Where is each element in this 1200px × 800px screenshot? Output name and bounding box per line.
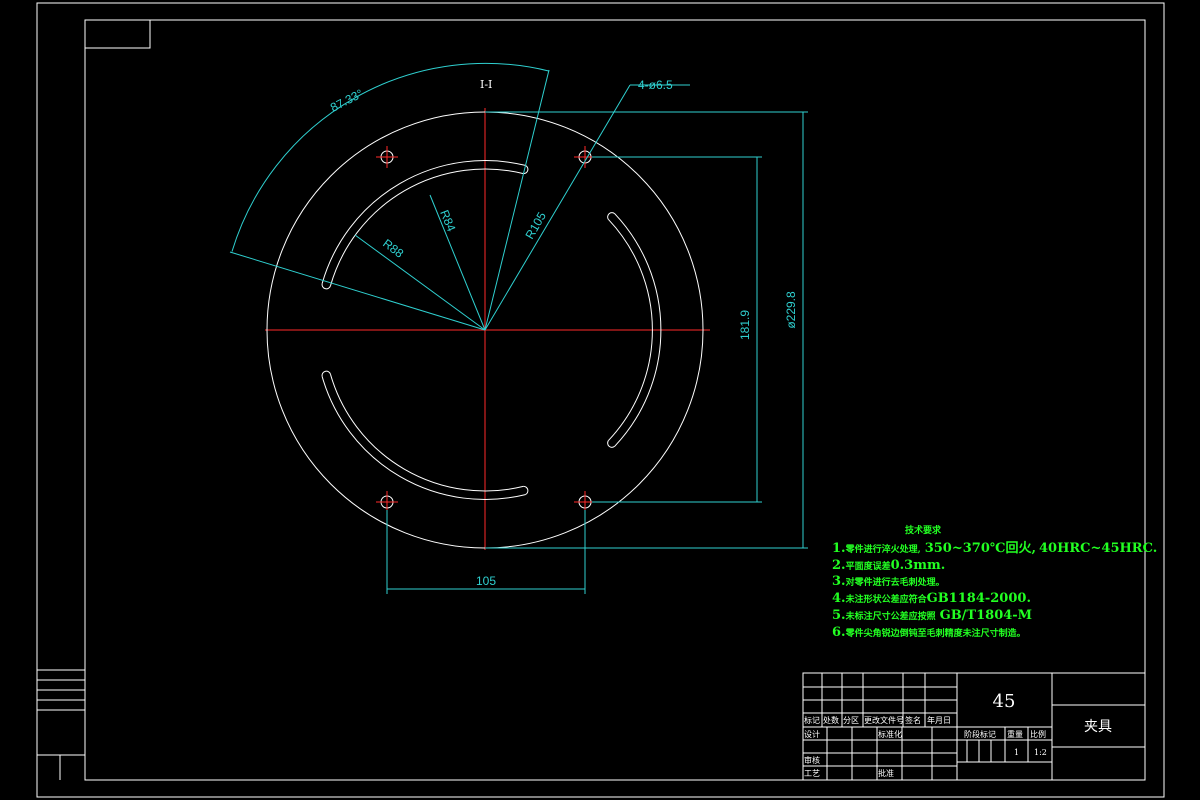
r105-leader: [484, 84, 631, 331]
technical-requirements: 技术要求 1.零件进行淬火处理, 350~370℃回火, 40HRC~45HRC. …: [832, 524, 1157, 640]
tb-date: 年月日: [927, 715, 951, 725]
tb-count: 处数: [823, 715, 839, 725]
tb-material: 45: [993, 691, 1016, 712]
tb-scale: 比例: [1030, 729, 1046, 739]
r84-label: R84: [437, 208, 458, 234]
tb-weight-value: 1: [1014, 748, 1019, 757]
code-box: [84, 19, 151, 49]
tech-req-item-5: 5.未标注尺寸公差应按照 GB/T1804-M: [832, 608, 1032, 623]
outer-frame: [36, 2, 1165, 798]
tb-doc: 更改文件号: [864, 715, 904, 725]
dim-181-9-label: 181.9: [738, 310, 752, 340]
dim-105: 105: [386, 510, 586, 594]
tb-zone: 分区: [843, 716, 859, 725]
tech-req-title: 技术要求: [905, 524, 942, 536]
tb-mark: 标记: [804, 715, 820, 725]
tb-check: 审核: [804, 755, 820, 765]
arc-slot-top-left: [321, 160, 529, 290]
r105-label: R105: [522, 209, 549, 241]
tech-req-item-2: 2.平面度误差0.3mm.: [832, 558, 945, 573]
angle-label: 87.33°: [328, 86, 366, 114]
tech-req-item-1: 1.零件进行淬火处理, 350~370℃回火, 40HRC~45HRC.: [832, 541, 1157, 556]
tb-design: 设计: [804, 729, 820, 739]
arc-slot-bottom-left: [321, 370, 529, 500]
drawing-canvas: 87.33° I-I R84 R88 R105 4-ø6.5 181.9 ø22…: [36, 2, 1165, 798]
tech-req-item-4: 4.未注形状公差应符合GB1184-2000.: [832, 591, 1031, 606]
tb-approve: 批准: [878, 768, 894, 778]
dim-105-label: 105: [476, 574, 496, 588]
inner-frame: [84, 19, 1146, 781]
tech-req-item-3: 3.对零件进行去毛刺处理。: [832, 574, 945, 589]
holes-callout: 4-ø6.5: [638, 78, 673, 92]
r88-label: R88: [380, 236, 406, 261]
tb-stage: 阶段标记: [964, 729, 996, 739]
tb-sign: 签名: [905, 715, 921, 725]
tb-std: 标准化: [878, 729, 902, 739]
angle-dimension: 87.33°: [229, 62, 550, 331]
tb-scale-value: 1:2: [1034, 748, 1047, 757]
left-margin-table: [37, 669, 85, 780]
tb-part-name: 夹具: [1084, 719, 1112, 735]
dim-diameter-label: ø229.8: [784, 291, 798, 329]
section-mark: I-I: [480, 78, 492, 91]
tb-process: 工艺: [804, 769, 820, 778]
tech-req-item-6: 6.零件尖角锐边倒钝至毛刺精度未注尺寸制造。: [832, 625, 1026, 640]
tb-weight: 重量: [1007, 729, 1023, 739]
